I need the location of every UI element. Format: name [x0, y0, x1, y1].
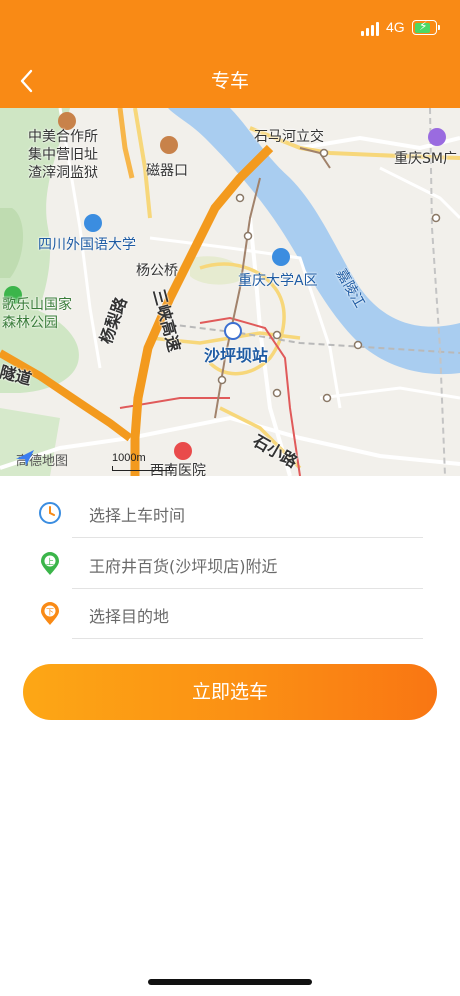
app-header: 4G ⚡ 专车 — [0, 0, 460, 108]
dest-badge-text: 下 — [46, 608, 54, 617]
network-type: 4G — [386, 19, 405, 35]
page-title: 专车 — [210, 70, 249, 92]
pickup-time-placeholder: 选择上车时间 — [89, 506, 186, 525]
divider — [72, 537, 423, 538]
amap-logo: 高德地图 — [16, 450, 68, 469]
signal-icon — [361, 22, 381, 36]
map-view[interactable]: 中美合作所 集中营旧址 渣滓洞监狱 磁器口 石马河立交 重庆SM广 四川外国语大… — [0, 108, 460, 476]
divider — [72, 638, 423, 639]
hospital-icon — [174, 442, 192, 460]
map-label-gelesan: 歌乐山国家 森林公园 — [2, 297, 72, 331]
metro-icon — [224, 322, 242, 340]
map-scale-bar — [112, 466, 170, 471]
map-label-prison: 中美合作所 集中营旧址 渣滓洞监狱 — [28, 129, 98, 181]
map-label-yanggongqiao: 杨公桥 — [136, 263, 178, 279]
landmark-icon — [160, 136, 178, 154]
home-indicator[interactable] — [148, 979, 312, 985]
map-label-ciqikou: 磁器口 — [146, 163, 188, 179]
map-label-chongqing-sm: 重庆SM广 — [394, 151, 457, 167]
destination-placeholder: 选择目的地 — [89, 607, 170, 626]
pickup-location-row[interactable]: 上 王府井百货(沙坪坝店)附近 — [0, 539, 460, 589]
status-bar: 4G ⚡ — [0, 0, 460, 56]
map-scale-label: 1000m — [112, 452, 146, 464]
pickup-badge-text: 上 — [46, 558, 54, 567]
map-label-cqu: 重庆大学A区 — [238, 273, 318, 289]
map-label-shapingba-station: 沙坪坝站 — [204, 346, 269, 365]
pickup-pin-icon: 上 — [41, 552, 59, 575]
school-icon — [84, 214, 102, 232]
pickup-time-row[interactable]: 选择上车时间 — [0, 488, 460, 538]
map-label-shimahe: 石马河立交 — [254, 129, 324, 145]
shopping-icon — [428, 128, 446, 146]
map-label-sisu: 四川外国语大学 — [38, 237, 136, 253]
navigation-arrow-icon — [16, 450, 34, 466]
destination-pin-icon: 下 — [41, 602, 59, 625]
battery-icon: ⚡ — [412, 19, 440, 35]
school-icon — [272, 248, 290, 266]
destination-row[interactable]: 下 选择目的地 — [0, 589, 460, 639]
select-car-button[interactable]: 立即选车 — [23, 664, 437, 720]
clock-icon — [39, 502, 61, 524]
pickup-location-value: 王府井百货(沙坪坝店)附近 — [89, 557, 278, 576]
